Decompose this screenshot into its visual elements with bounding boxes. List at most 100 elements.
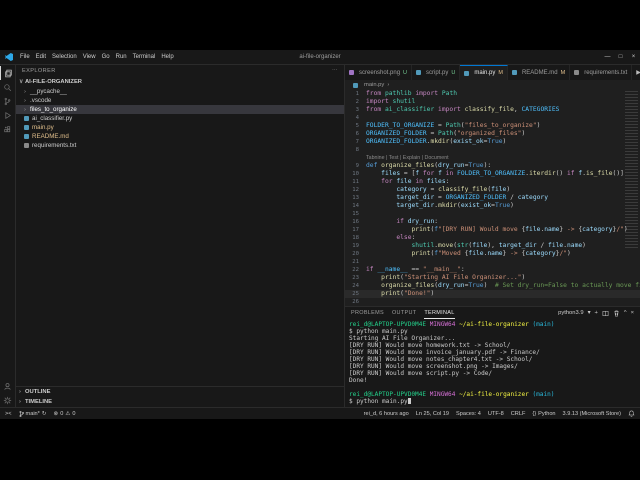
status-indentation[interactable]: Spaces: 4 [456,411,481,417]
explorer-item-__pycache__[interactable]: › __pycache__ [16,87,344,96]
editor-tab-README.md[interactable]: README.md M [507,65,571,80]
menu-selection[interactable]: Selection [49,52,80,62]
git-branch-status[interactable]: main* ↻ [19,410,47,418]
explorer-icon[interactable] [0,66,15,80]
status-encoding[interactable]: UTF-8 [488,411,504,417]
code-line-2[interactable]: 2 import shutil [345,98,640,106]
code-line-21[interactable]: 21 [345,258,640,266]
status-eol[interactable]: CRLF [511,411,526,417]
editor-tab-screenshot.png[interactable]: screenshot.png U [345,65,413,80]
terminal-line: [DRY RUN] Would move invoice_january.pdf… [349,349,640,356]
terminal-line: $ python main.py [349,398,640,405]
account-icon[interactable] [0,379,15,393]
explorer-more-icon[interactable]: ⋯ [332,68,338,74]
code-line-22[interactable]: 22 if __name__ == "__main__": [345,266,640,274]
minimize-button[interactable]: — [601,50,614,64]
maximize-panel-icon[interactable]: ^ [624,310,627,316]
terminal-output[interactable]: rei_d@LAPTOP-UPVD0M4E MINGW64 ~/ai-file-… [345,319,640,407]
line-number: 18 [352,235,359,241]
code-line-17[interactable]: 17 print(f"[DRY RUN] Would move {file.na… [345,226,640,234]
minimap[interactable] [625,91,638,249]
explorer-item-.vscode[interactable]: › .vscode [16,96,344,105]
problems-status[interactable]: ⊗ 0 ⚠ 0 [54,411,76,417]
run-file-icon[interactable]: ▶ [636,69,640,76]
search-icon[interactable] [0,80,15,94]
code-line-18[interactable]: 18 else: [345,234,640,242]
codelens[interactable]: Tabnine | Test | Explain | Document [345,154,640,162]
remote-indicator[interactable]: >< [5,411,12,417]
split-terminal-icon[interactable] [602,310,609,317]
close-button[interactable]: × [627,50,640,64]
explorer-item-main.py[interactable]: main.py [16,123,344,132]
code-line-10[interactable]: 10 files = [f for f in FOLDER_TO_ORGANIZ… [345,170,640,178]
settings-gear-icon[interactable] [0,393,15,407]
shell-label[interactable]: python3.9 [558,310,583,316]
code-line-25[interactable]: 25 print("Done!") [345,290,640,298]
menu-view[interactable]: View [80,52,99,62]
kill-terminal-trash-icon[interactable] [613,310,620,317]
source-control-icon[interactable] [0,94,15,108]
file-label: requirements.txt [32,142,77,149]
status-git-blame[interactable]: rei_d, 6 hours ago [364,411,409,417]
close-panel-icon[interactable]: × [631,310,634,316]
code-line-20[interactable]: 20 print(f"Moved {file.name} -> {categor… [345,250,640,258]
menu-run[interactable]: Run [113,52,130,62]
sidebar-section-timeline[interactable]: › TIMELINE [16,397,344,407]
menu-file[interactable]: File [17,52,33,62]
code-line-4[interactable]: 4 [345,114,640,122]
explorer-item-requirements.txt[interactable]: requirements.txt [16,141,344,150]
text-token: file [472,242,488,249]
menu-go[interactable]: Go [99,52,113,62]
code-line-7[interactable]: 7 ORGANIZED_FOLDER.mkdir(exist_ok=True) [345,138,640,146]
panel-tab-output[interactable]: OUTPUT [392,307,416,319]
code-line-6[interactable]: 6 ORGANIZED_FOLDER = Path("organized_file… [345,130,640,138]
code-line-3[interactable]: 3 from ai_classifier import classify_file… [345,106,640,114]
maximize-button[interactable]: □ [614,50,627,64]
code-line-9[interactable]: 9 def organize_files(dry_run=True): [345,162,640,170]
code-line-24[interactable]: 24 organize_files(dry_run=True) # Set dr… [345,282,640,290]
run-debug-icon[interactable] [0,108,15,122]
panel-tab-terminal[interactable]: TERMINAL [424,307,455,319]
caret-down-icon[interactable]: ▾ [588,310,591,316]
explorer-item-ai_classifier.py[interactable]: ai_classifier.py [16,114,344,123]
code-line-12[interactable]: 12 category = classify_file(file) [345,186,640,194]
status-label: Ln 25, Col 19 [415,410,450,417]
code-line-14[interactable]: 14 target_dir.mkdir(exist_ok=True) [345,202,640,210]
editor-tab-requirements.txt[interactable]: requirements.txt [570,65,633,80]
explorer-root-section[interactable]: ∨ AI-FILE-ORGANIZER [16,77,344,87]
text-token: ai_classifier [384,106,439,113]
code-line-26[interactable]: 26 [345,298,640,306]
menu-help[interactable]: Help [158,52,176,62]
code-line-16[interactable]: 16 if dry_run: [345,218,640,226]
breadcrumb[interactable]: main.py › [345,80,640,90]
code-line-11[interactable]: 11 for file in files: [345,178,640,186]
notifications-bell-icon[interactable] [628,410,635,417]
menu-terminal[interactable]: Terminal [130,52,159,62]
menu-edit[interactable]: Edit [33,52,49,62]
text-token: if [567,170,579,177]
code-line-5[interactable]: 5 FOLDER_TO_ORGANIZE = Path("files_to_org… [345,122,640,130]
editor-tab-main.py[interactable]: main.py M [460,65,508,80]
explorer-title: EXPLORER [22,68,56,74]
code-line-8[interactable]: 8 [345,146,640,154]
sidebar-section-outline[interactable]: › OUTLINE [16,387,344,397]
code-line-13[interactable]: 13 target_dir = ORGANIZED_FOLDER / categ… [345,194,640,202]
code-editor[interactable]: 1 from pathlib import Path 2 import shutil 3… [345,90,640,306]
code-line-23[interactable]: 23 print("Starting AI File Organizer..."… [345,274,640,282]
status-python-interpreter[interactable]: 3.9.13 (Microsoft Store) [563,411,621,417]
text-token: name [487,250,503,257]
text-token: classify_file [464,106,514,113]
text-token: Path [445,122,461,129]
code-line-15[interactable]: 15 [345,210,640,218]
editor-tab-script.py[interactable]: script.py U [412,65,461,80]
status-cursor-position[interactable]: Ln 25, Col 19 [416,411,449,417]
breadcrumb-file[interactable]: main.py [364,82,384,88]
new-terminal-icon[interactable]: + [594,310,597,316]
explorer-item-files_to_organize[interactable]: › files_to_organize [16,105,344,114]
status-language-mode[interactable]: {} Python [532,411,555,417]
code-line-19[interactable]: 19 shutil.move(str(file), target_dir / f… [345,242,640,250]
panel-tab-problems[interactable]: PROBLEMS [351,307,384,319]
extensions-icon[interactable] [0,122,15,136]
explorer-item-README.md[interactable]: README.md [16,132,344,141]
code-line-1[interactable]: 1 from pathlib import Path [345,90,640,98]
